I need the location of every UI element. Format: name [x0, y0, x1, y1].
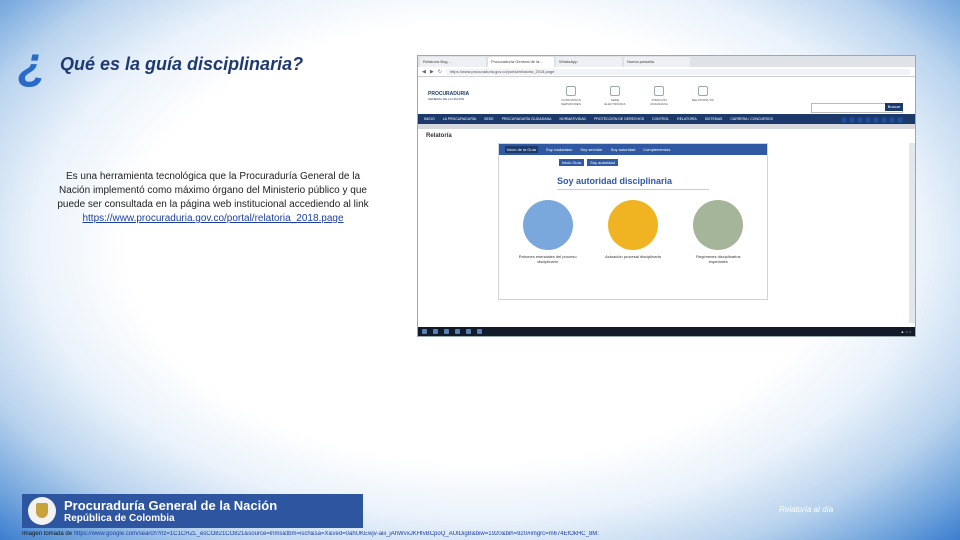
social-icons — [841, 117, 903, 123]
nav-item[interactable]: SEDE — [484, 117, 494, 121]
site-header: PROCURADURIA GENERAL DE LA NACION CONCUR… — [418, 77, 915, 123]
subnav-item[interactable]: Soy servidor — [580, 147, 602, 152]
guide-card-caption: Patrones esenciales del proceso discipli… — [518, 254, 577, 264]
taskbar-app-icon[interactable] — [455, 329, 460, 334]
taskbar: ▲ ⌂ ♪ — [418, 327, 915, 336]
subnav-item[interactable]: Complementos — [643, 147, 670, 152]
quick-link-label: RELATORÍA TIC — [691, 97, 715, 102]
url-field[interactable]: https://www.procuraduria.gov.co/portal/r… — [445, 68, 911, 75]
quick-link-icon — [566, 85, 576, 96]
browser-tab[interactable]: Relatoría Bog... — [420, 57, 486, 67]
nav-item[interactable]: CONTROL — [652, 117, 669, 121]
guide-card-caption: Actuación procesal disciplinaria — [605, 254, 661, 259]
nav-item[interactable]: PROTECCIÓN DE DERECHOS — [594, 117, 644, 121]
nav-item[interactable]: INICIO — [424, 117, 435, 121]
credit-label: Imagen tomada de — [22, 531, 73, 537]
coat-of-arms-icon — [28, 497, 56, 525]
taskbar-app-icon[interactable] — [433, 329, 438, 334]
social-icon[interactable] — [849, 117, 855, 123]
subtab[interactable]: Inicio Guía — [559, 159, 585, 166]
footer-banner: Procuraduría General de la Nación Repúbl… — [22, 494, 363, 528]
body-text: Es una herramienta tecnológica que la Pr… — [54, 170, 372, 226]
image-credit: Imagen tomada de https://www.google.com/… — [22, 531, 842, 537]
slide-title: Qué es la guía disciplinaria? — [60, 54, 304, 74]
guide-card[interactable]: Patrones esenciales del proceso discipli… — [518, 200, 578, 264]
guide-subnav: Inicio de la Guía Soy ciudadano Soy serv… — [499, 144, 767, 155]
quick-link-label: CONCURSOS SERVIDORES — [561, 97, 581, 106]
social-icon[interactable] — [857, 117, 863, 123]
quick-links: CONCURSOS SERVIDORES SEDE ELECTRÓNICA AT… — [556, 85, 718, 106]
nav-item[interactable]: PROCURADURÍA CIUDADANA — [502, 117, 552, 121]
quick-link[interactable]: RELATORÍA TIC — [688, 85, 718, 106]
browser-tab[interactable]: WhatsApp — [556, 57, 622, 67]
search-button[interactable]: Buscar — [885, 103, 903, 111]
browser-tab[interactable]: Procuraduría General de la... — [488, 57, 554, 67]
nav-item[interactable]: RELATORÍA — [677, 117, 697, 121]
guide-card[interactable]: Regímenes disciplinarios especiales — [688, 200, 748, 264]
org-country: República de Colombia — [64, 513, 175, 524]
guide-cards: Patrones esenciales del proceso discipli… — [499, 190, 767, 264]
social-icon[interactable] — [881, 117, 887, 123]
relatoria-link[interactable]: https://www.procuraduria.gov.co/portal/r… — [54, 212, 372, 226]
guide-subtabs: Inicio Guía Soy autoridad — [499, 155, 767, 170]
windows-icon[interactable] — [422, 329, 427, 334]
nav-item[interactable]: SISTEMAS — [705, 117, 723, 121]
site-logo[interactable]: PROCURADURIA GENERAL DE LA NACION — [428, 83, 476, 109]
nav-item[interactable]: CARRERA / CONCURSOS — [730, 117, 773, 121]
guide-card-caption: Regímenes disciplinarios especiales — [696, 254, 741, 264]
site-logo-line2: GENERAL DE LA NACION — [428, 96, 465, 101]
subtab[interactable]: Soy autoridad — [587, 159, 618, 166]
taskbar-app-icon[interactable] — [444, 329, 449, 334]
body-paragraph: Es una herramienta tecnológica que la Pr… — [57, 171, 369, 210]
subnav-item[interactable]: Soy autoridad — [611, 147, 636, 152]
system-tray[interactable]: ▲ ⌂ ♪ — [900, 329, 915, 334]
quick-link[interactable]: ATENCIÓN CIUDADANA — [644, 85, 674, 106]
page-title: Relatoría — [426, 133, 452, 139]
grid-icon — [522, 200, 573, 250]
browser-tab[interactable]: Nueva pestaña — [624, 57, 690, 67]
subnav-item[interactable]: Inicio de la Guía — [505, 146, 538, 153]
question-mark: ¿ — [18, 37, 47, 89]
social-icon[interactable] — [873, 117, 879, 123]
quick-link-icon — [698, 85, 708, 96]
social-icon[interactable] — [889, 117, 895, 123]
quick-link-label: SEDE ELECTRÓNICA — [604, 97, 626, 106]
quick-link-icon — [654, 85, 664, 96]
subnav-item[interactable]: Soy ciudadano — [546, 147, 572, 152]
guide-panel: Inicio de la Guía Soy ciudadano Soy serv… — [498, 143, 768, 300]
footer-text: Procuraduría General de la Nación Repúbl… — [64, 498, 277, 524]
relatoria-tagline: Relatoría al día — [779, 505, 834, 514]
people-icon — [693, 200, 744, 250]
social-icon[interactable] — [865, 117, 871, 123]
quick-link[interactable]: SEDE ELECTRÓNICA — [600, 85, 630, 106]
reload-icon[interactable]: ↻ — [438, 69, 442, 75]
address-bar: ◀ ▶ ↻ https://www.procuraduria.gov.co/po… — [418, 67, 915, 77]
nav-item[interactable]: NORMATIVIDAD — [559, 117, 586, 121]
guide-card[interactable]: Actuación procesal disciplinaria — [603, 200, 663, 264]
guide-title: Soy autoridad disciplinaria — [557, 176, 673, 186]
social-icon[interactable] — [897, 117, 903, 123]
quick-link[interactable]: CONCURSOS SERVIDORES — [556, 85, 586, 106]
social-icon[interactable] — [841, 117, 847, 123]
quick-link-icon — [610, 85, 620, 96]
credit-link[interactable]: https://www.google.com/search?rlz=1C1CHZ… — [74, 531, 599, 537]
org-name: Procuraduría General de la Nación — [64, 498, 278, 513]
back-icon[interactable]: ◀ — [422, 69, 426, 75]
page-scrollbar[interactable] — [909, 143, 915, 323]
nav-item[interactable]: LA PROCURADURÍA — [443, 117, 476, 121]
quick-link-label: ATENCIÓN CIUDADANA — [650, 97, 668, 106]
browser-tabs: Relatoría Bog... Procuraduría General de… — [418, 56, 915, 67]
forward-icon[interactable]: ▶ — [430, 69, 434, 75]
embedded-screenshot: Relatoría Bog... Procuraduría General de… — [417, 55, 916, 337]
taskbar-app-icon[interactable] — [466, 329, 471, 334]
taskbar-app-icon[interactable] — [477, 329, 482, 334]
cycle-icon — [607, 200, 658, 250]
